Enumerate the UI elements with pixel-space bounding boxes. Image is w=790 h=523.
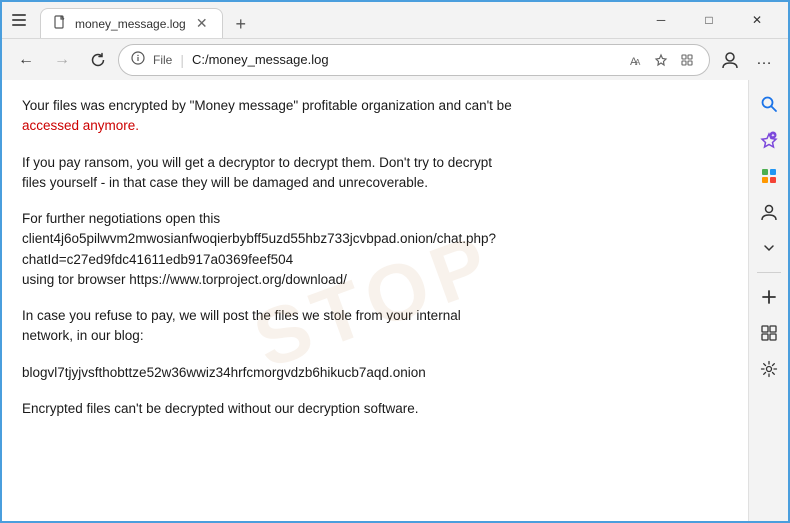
paragraph-1-line2: accessed anymore.: [22, 118, 139, 133]
collections-icon[interactable]: [677, 50, 697, 70]
sidebar-favorites-icon[interactable]: ✦: [753, 124, 785, 156]
minimize-button[interactable]: ─: [638, 2, 684, 38]
sidebar-plus-icon[interactable]: [753, 281, 785, 313]
refresh-button[interactable]: [82, 44, 114, 76]
tab-close-button[interactable]: ✕: [194, 16, 210, 32]
more-options-button[interactable]: …: [748, 44, 780, 76]
sidebar-settings-icon[interactable]: [753, 353, 785, 385]
file-label: File: [153, 53, 172, 67]
paragraph-6: Encrypted files can't be decrypted witho…: [22, 399, 728, 419]
nav-bar: ← → File | C:/money_message.log: [2, 38, 788, 80]
window-left-controls: [10, 11, 28, 29]
paragraph-2-line1: If you pay ransom, you will get a decryp…: [22, 155, 492, 170]
sidebar-search-icon[interactable]: [753, 88, 785, 120]
sidebar-collections-icon[interactable]: [753, 160, 785, 192]
back-button[interactable]: ←: [10, 44, 42, 76]
sidebar-profile-icon[interactable]: [753, 196, 785, 228]
address-bar-icons: A A: [625, 50, 697, 70]
close-button[interactable]: ✕: [734, 2, 780, 38]
favorites-star-icon[interactable]: [651, 50, 671, 70]
paragraph-1: Your files was encrypted by "Money messa…: [22, 96, 728, 137]
paragraph-4: In case you refuse to pay, we will post …: [22, 306, 728, 347]
browser-window: money_message.log ✕ + ─ □ ✕ ← →: [0, 0, 790, 523]
nav-right-icons: …: [714, 44, 780, 76]
paragraph-6-text: Encrypted files can't be decrypted witho…: [22, 401, 419, 416]
active-tab[interactable]: money_message.log ✕: [40, 8, 223, 38]
url-text: C:/money_message.log: [192, 52, 617, 67]
tab-bar: money_message.log ✕ +: [40, 2, 634, 38]
paragraph-3: For further negotiations open this clien…: [22, 209, 728, 290]
paragraph-2: If you pay ransom, you will get a decryp…: [22, 153, 728, 194]
paragraph-1-text: Your files was encrypted by "Money messa…: [22, 98, 512, 113]
sidebar-dropdown-icon[interactable]: [753, 232, 785, 264]
paragraph-2-line2: files yourself - in that case they will …: [22, 175, 428, 190]
paragraph-3-line2: client4j6o5pilwvm2mwosianfwoqierbybff5uz…: [22, 231, 496, 246]
profile-button[interactable]: [714, 44, 746, 76]
right-sidebar: ✦: [748, 80, 788, 521]
sidebar-separator-1: [757, 272, 781, 273]
forward-button[interactable]: →: [46, 44, 78, 76]
tab-file-icon: [53, 15, 67, 32]
sidebar-grid-icon[interactable]: [753, 317, 785, 349]
paragraph-5-text: blogvl7tjyjvsfthobttze52w36wwiz34hrfcmor…: [22, 365, 426, 380]
window-right-controls: ─ □ ✕: [638, 2, 780, 38]
address-separator: |: [180, 52, 184, 68]
paragraph-5: blogvl7tjyjvsfthobttze52w36wwiz34hrfcmor…: [22, 363, 728, 383]
paragraph-4-line2: network, in our blog:: [22, 328, 144, 343]
info-icon: [131, 51, 145, 68]
paragraph-3-line3: chatId=c27ed9fdc41611edb917a0369feef504: [22, 252, 293, 267]
svg-text:A: A: [635, 58, 641, 67]
title-bar: money_message.log ✕ + ─ □ ✕: [2, 2, 788, 38]
content-area: STOP Your files was encrypted by "Money …: [2, 80, 748, 521]
paragraph-3-line4: using tor browser https://www.torproject…: [22, 272, 347, 287]
tab-title: money_message.log: [75, 17, 186, 31]
file-content: Your files was encrypted by "Money messa…: [2, 80, 748, 451]
paragraph-4-line1: In case you refuse to pay, we will post …: [22, 308, 461, 323]
address-bar[interactable]: File | C:/money_message.log A A: [118, 44, 710, 76]
paragraph-3-line1: For further negotiations open this: [22, 211, 220, 226]
browser-menu-icon[interactable]: [10, 11, 28, 29]
browser-body: STOP Your files was encrypted by "Money …: [2, 80, 788, 521]
svg-text:✦: ✦: [770, 133, 774, 139]
maximize-button[interactable]: □: [686, 2, 732, 38]
read-aloud-icon[interactable]: A A: [625, 50, 645, 70]
new-tab-button[interactable]: +: [227, 10, 255, 38]
